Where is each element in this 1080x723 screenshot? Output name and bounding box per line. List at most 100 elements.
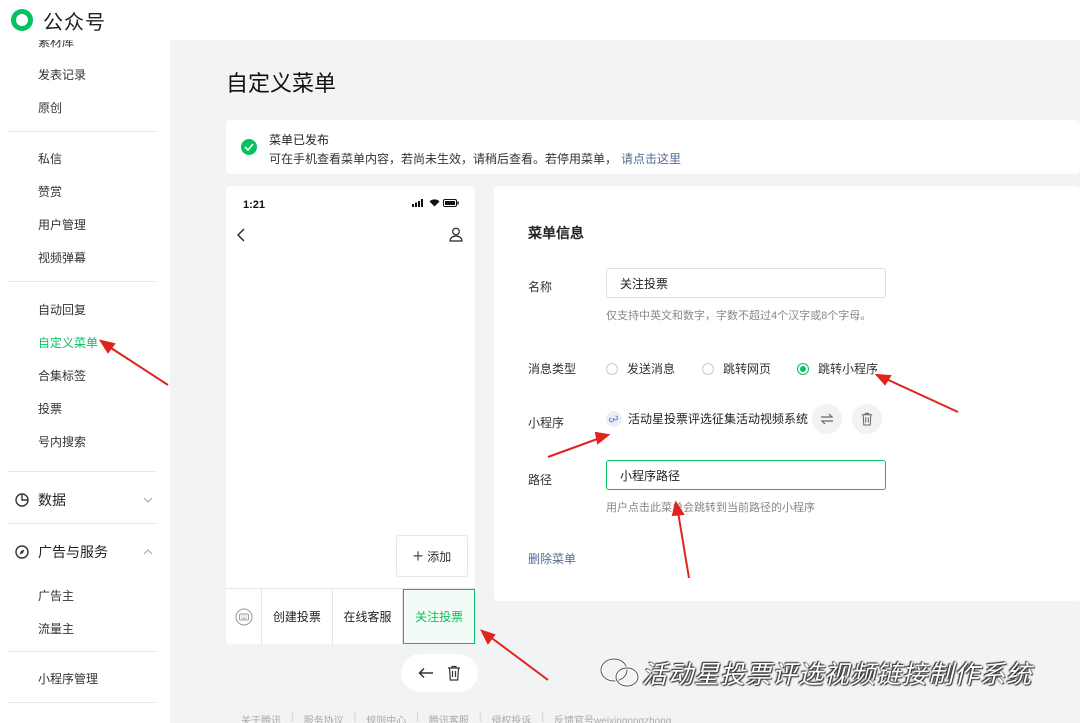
keyboard-icon (235, 608, 252, 625)
menu-toolbar (401, 654, 478, 692)
sidebar: 素材库 发表记录 原创 私信 赞赏 用户管理 视频弹幕 自动回复 自定义菜单 合… (0, 40, 170, 723)
footer-separator: | (478, 712, 482, 723)
trash-icon[interactable] (447, 665, 461, 681)
notice-title: 菜单已发布 (269, 133, 330, 147)
name-label: 名称 (528, 280, 553, 294)
sidebar-item-advertiser[interactable]: 广告主 (38, 587, 74, 604)
sidebar-item-materials[interactable]: 素材库 (38, 40, 74, 50)
mini-program-icon (606, 410, 622, 427)
delete-menu-link[interactable]: 删除菜单 (528, 550, 576, 567)
trash-icon (861, 412, 873, 426)
menu-item-follow-vote[interactable]: 关注投票 (403, 589, 476, 644)
radio-jump-webpage[interactable]: 跳转网页 (702, 360, 771, 377)
annotation-arrow (488, 635, 549, 681)
sidebar-item-mini-program-mgmt[interactable]: 小程序管理 (38, 670, 98, 687)
sidebar-item-in-account-search[interactable]: 号内搜索 (38, 433, 86, 450)
plus-icon: + (412, 546, 424, 566)
radio-dot-selected (797, 362, 809, 375)
sidebar-item-video-danmaku[interactable]: 视频弹幕 (38, 249, 86, 266)
menu-name-input[interactable]: 关注投票 (606, 268, 886, 298)
add-menu-label: 添加 (427, 549, 452, 564)
notice-body-text: 可在手机查看菜单内容，若尚未生效，请稍后查看。若停用菜单， (269, 152, 618, 166)
sidebar-item-auto-reply[interactable]: 自动回复 (38, 301, 86, 318)
radio-dot (702, 362, 714, 375)
radio-dot (606, 362, 618, 375)
mini-program-label: 小程序 (528, 416, 565, 430)
radio-jump-mini-program[interactable]: 跳转小程序 (797, 360, 878, 377)
radio-send-message-label: 发送消息 (627, 362, 676, 376)
switch-mini-program-button[interactable] (812, 404, 842, 434)
notice-disable-link[interactable]: 请点击这里 (621, 152, 681, 166)
footer-separator: | (291, 712, 294, 723)
footer-link[interactable]: 反馈官号weixingongzhong (554, 712, 671, 723)
footer-separator: | (416, 712, 419, 723)
footer-link[interactable]: 腾讯客服 (429, 712, 469, 723)
footer-link[interactable]: 规则中心 (366, 712, 406, 723)
user-icon[interactable] (449, 227, 463, 242)
radio-jump-mini-program-label: 跳转小程序 (818, 362, 879, 376)
wechat-official-logo-icon[interactable] (9, 7, 35, 33)
battery-icon (443, 199, 459, 207)
success-check-icon (241, 139, 257, 155)
footer-separator: | (541, 712, 545, 723)
signal-icon (412, 199, 423, 207)
chevron-down-icon (143, 497, 153, 503)
name-hint: 仅支持中英文和数字，字数不超过4个汉字或8个字母。 (606, 310, 872, 322)
chevron-up-icon (143, 549, 153, 555)
phone-preview: 1:21 + 添加 创建投票 在线客服 关注投票 (226, 186, 476, 644)
pie-chart-icon (15, 493, 29, 507)
sidebar-group-data[interactable]: 数据 (14, 490, 154, 510)
sidebar-group-data-label: 数据 (38, 492, 66, 508)
remove-mini-program-button[interactable] (852, 404, 882, 434)
path-input[interactable]: 小程序路径 (606, 460, 886, 490)
sidebar-item-publisher[interactable]: 流量主 (38, 620, 74, 637)
top-bar: 公众号 (0, 0, 1080, 40)
phone-time: 1:21 (243, 199, 266, 211)
sidebar-item-collection-tags[interactable]: 合集标签 (38, 367, 86, 384)
mini-program-name: 活动星投票评选征集活动视频系统 (628, 412, 809, 426)
sidebar-divider (8, 651, 156, 652)
sidebar-divider (8, 702, 156, 703)
phone-status-bar (412, 199, 459, 207)
footer-link[interactable]: 侵权投诉 (491, 712, 531, 723)
watermark-text: 活动星投票评选视频链接制作系统 (642, 661, 1033, 689)
menu-item-create-vote[interactable]: 创建投票 (262, 589, 333, 644)
phone-menu-bar: 创建投票 在线客服 关注投票 (226, 588, 476, 644)
sidebar-divider (8, 281, 156, 282)
watermark: 活动星投票评选视频链接制作系统 (598, 655, 1032, 691)
annotation-arrowhead (480, 629, 496, 645)
radio-jump-webpage-label: 跳转网页 (723, 362, 772, 376)
sidebar-item-publish-record[interactable]: 发表记录 (38, 66, 86, 83)
notice-body: 可在手机查看菜单内容，若尚未生效，请稍后查看。若停用菜单， 请点击这里 (269, 150, 681, 167)
menu-info-title: 菜单信息 (528, 225, 584, 241)
sidebar-item-messages[interactable]: 私信 (38, 150, 62, 167)
brand-name[interactable]: 公众号 (43, 6, 106, 35)
path-hint: 用户点击此菜单会跳转到当前路径的小程序 (606, 502, 815, 514)
publish-notice: 菜单已发布 可在手机查看菜单内容，若尚未生效，请稍后查看。若停用菜单， 请点击这里 (226, 120, 1080, 174)
footer-link[interactable]: 服务协议 (304, 712, 344, 723)
sidebar-divider (8, 471, 156, 472)
sidebar-item-custom-menu[interactable]: 自定义菜单 (38, 334, 98, 351)
menu-item-online-service[interactable]: 在线客服 (333, 589, 404, 644)
selected-mini-program: 活动星投票评选征集活动视频系统 (606, 410, 808, 427)
footer-link[interactable]: 关于腾讯 (241, 712, 281, 723)
sidebar-divider (8, 131, 156, 132)
compass-icon (15, 545, 29, 559)
sidebar-item-users[interactable]: 用户管理 (38, 216, 86, 233)
sidebar-item-original[interactable]: 原创 (38, 99, 62, 116)
sidebar-item-reward[interactable]: 赞赏 (38, 183, 62, 200)
back-arrow-icon[interactable] (236, 228, 246, 242)
wechat-logo-icon (599, 657, 640, 688)
sidebar-group-ads[interactable]: 广告与服务 (14, 542, 154, 562)
path-label: 路径 (528, 473, 553, 487)
wifi-icon (429, 199, 440, 207)
footer-separator: | (353, 712, 357, 723)
footer: 关于腾讯 | 服务协议 | 规则中心 | 腾讯客服 | 侵权投诉 | 反馈官号weixin… (241, 712, 671, 723)
radio-send-message[interactable]: 发送消息 (606, 360, 675, 377)
move-left-arrow-icon[interactable] (418, 667, 434, 679)
sidebar-item-vote[interactable]: 投票 (38, 400, 62, 417)
add-menu-button[interactable]: + 添加 (396, 535, 468, 577)
swap-icon (820, 413, 834, 425)
sidebar-divider (8, 523, 156, 524)
keyboard-toggle[interactable] (226, 589, 262, 644)
